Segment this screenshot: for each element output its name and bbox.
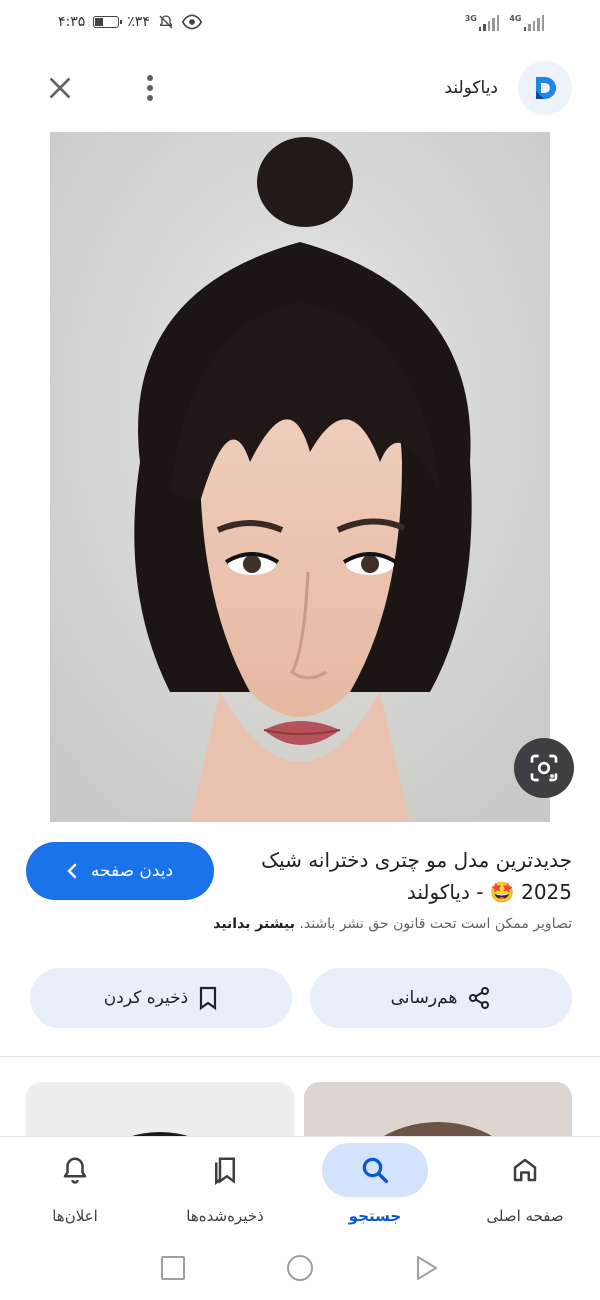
nav-home[interactable]: صفحه اصلی	[450, 1143, 600, 1225]
visit-page-button[interactable]: دیدن صفحه	[26, 842, 214, 900]
battery-fill	[95, 18, 104, 26]
diakoland-logo-icon	[536, 77, 556, 99]
bookmarks-icon	[215, 1157, 235, 1185]
recents-icon[interactable]	[160, 1255, 186, 1281]
related-thumbnail[interactable]	[26, 1082, 294, 1142]
network-label-3g: 3G	[464, 13, 477, 23]
share-label: هم‌رسانی	[390, 988, 458, 1008]
related-images	[0, 1082, 600, 1142]
signal-bars-icon	[523, 14, 544, 31]
image-info-panel: جدیدترین مدل مو چتری دخترانه شیک 2025 🤩 …	[0, 822, 600, 1057]
main-image[interactable]	[50, 132, 550, 822]
nav-label: اعلان‌ها	[52, 1207, 98, 1225]
related-thumbnail[interactable]	[304, 1082, 572, 1142]
mute-icon	[159, 15, 173, 29]
status-right: 3G 4G	[465, 14, 544, 31]
chevron-left-icon	[67, 863, 77, 879]
more-options-button[interactable]	[130, 68, 170, 108]
clock: ۴:۳۵	[58, 14, 86, 30]
signal-bars-icon	[478, 14, 500, 31]
site-name: دیاکولند	[444, 78, 498, 98]
nav-icon-container	[172, 1143, 278, 1197]
share-button[interactable]: هم‌رسانی	[310, 968, 572, 1028]
image-viewer	[0, 132, 600, 822]
home-icon	[513, 1158, 537, 1182]
battery-percent: ٪۳۴	[127, 14, 150, 30]
home-circle-icon[interactable]	[286, 1254, 314, 1282]
signal-4g: 4G	[509, 14, 544, 31]
lens-search-button[interactable]	[514, 738, 574, 798]
nav-icon-container	[322, 1143, 428, 1197]
image-title[interactable]: جدیدترین مدل مو چتری دخترانه شیک 2025 🤩 …	[252, 844, 572, 908]
site-info[interactable]: دیاکولند	[444, 61, 572, 115]
bottom-navigation: صفحه اصلی جستجو ذخیره‌شده‌ها اعلان‌ها	[0, 1136, 600, 1236]
app-header: دیاکولند	[0, 44, 600, 132]
status-left: ۴:۳۵ ٪۳۴	[58, 14, 202, 30]
header-actions	[40, 68, 170, 108]
more-vert-icon	[147, 75, 153, 101]
copyright-text: تصاویر ممکن است تحت قانون حق نشر باشند.	[299, 916, 572, 932]
back-triangle-icon[interactable]	[414, 1255, 440, 1281]
network-label-4g: 4G	[509, 13, 522, 23]
nav-icon-container	[472, 1143, 578, 1197]
nav-saved[interactable]: ذخیره‌شده‌ها	[150, 1143, 300, 1225]
save-label: ذخیره کردن	[103, 988, 189, 1008]
nav-label: جستجو	[348, 1207, 402, 1225]
google-lens-icon	[530, 754, 558, 782]
nav-notifications[interactable]: اعلان‌ها	[0, 1143, 150, 1225]
site-logo	[518, 61, 572, 115]
search-icon	[362, 1157, 388, 1183]
learn-more-link[interactable]: بیشتر بدانید	[213, 916, 295, 932]
nav-label: ذخیره‌شده‌ها	[186, 1207, 264, 1225]
portrait-illustration	[50, 132, 550, 822]
battery-icon	[93, 16, 123, 28]
close-icon	[49, 77, 71, 99]
share-icon	[469, 987, 490, 1009]
nav-label: صفحه اصلی	[486, 1207, 564, 1225]
related-image-preview	[26, 1082, 294, 1142]
system-navigation-bar	[0, 1236, 600, 1300]
eye-icon	[181, 14, 202, 30]
visit-label: دیدن صفحه	[90, 861, 174, 881]
bookmark-icon	[200, 986, 217, 1010]
related-image-preview	[304, 1082, 572, 1142]
save-button[interactable]: ذخیره کردن	[30, 968, 292, 1028]
nav-search[interactable]: جستجو	[300, 1143, 450, 1225]
status-bar: ۴:۳۵ ٪۳۴ 3G 4G	[0, 0, 600, 44]
copyright-notice: تصاویر ممکن است تحت قانون حق نشر باشند. …	[12, 916, 572, 932]
nav-icon-container	[22, 1143, 128, 1197]
signal-3g: 3G	[465, 14, 500, 31]
bell-icon	[63, 1157, 87, 1184]
close-button[interactable]	[40, 68, 80, 108]
